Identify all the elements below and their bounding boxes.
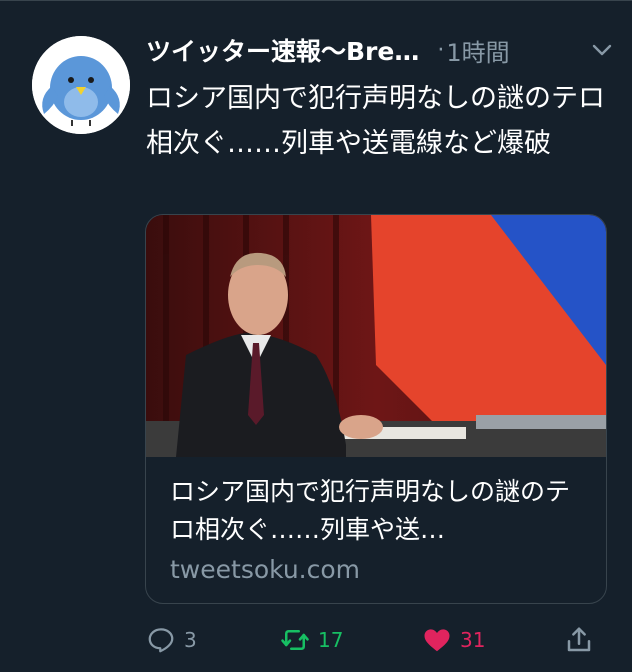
share-icon bbox=[567, 627, 591, 652]
avatar[interactable] bbox=[32, 36, 130, 134]
share-button[interactable] bbox=[564, 620, 594, 660]
heart-icon bbox=[424, 629, 450, 652]
retweet-icon bbox=[281, 630, 309, 650]
reply-button[interactable]: 3 bbox=[146, 620, 197, 660]
tweet-actions: 3 17 31 bbox=[146, 620, 616, 660]
link-card[interactable]: ロシア国内で犯行声明なしの謎のテロ相次ぐ……列車や送… tweetsoku.co… bbox=[145, 214, 607, 604]
retweet-button[interactable]: 17 bbox=[280, 620, 343, 660]
author-name[interactable]: ツイッター速報〜Bre… bbox=[146, 32, 419, 68]
reply-icon bbox=[148, 628, 174, 653]
chevron-down-icon[interactable] bbox=[590, 38, 614, 62]
bird-avatar-icon bbox=[32, 36, 130, 134]
like-count: 31 bbox=[460, 628, 486, 652]
retweet-count: 17 bbox=[318, 628, 344, 652]
tweet-text: ロシア国内で犯行声明なしの謎のテロ相次ぐ……列車や送電線など爆破 bbox=[146, 83, 605, 159]
top-divider bbox=[0, 0, 632, 1]
card-title: ロシア国内で犯行声明なしの謎のテロ相次ぐ……列車や送… bbox=[170, 477, 571, 544]
header-separator: · bbox=[437, 37, 445, 63]
card-body: ロシア国内で犯行声明なしの謎のテロ相次ぐ……列車や送… tweetsoku.co… bbox=[170, 473, 590, 589]
tweet-time[interactable]: 1時間 bbox=[446, 33, 509, 68]
reply-count: 3 bbox=[184, 628, 197, 652]
card-image bbox=[146, 215, 606, 457]
card-domain: tweetsoku.com bbox=[170, 555, 361, 584]
like-button[interactable]: 31 bbox=[422, 620, 485, 660]
tweet-header: ツイッター速報〜Bre… · 1時間 bbox=[146, 30, 616, 70]
